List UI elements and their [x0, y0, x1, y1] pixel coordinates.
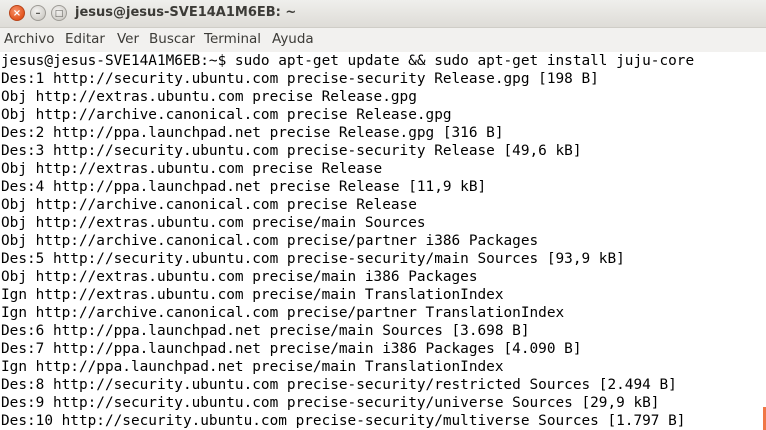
terminal-line: Des:2 http://ppa.launchpad.net precise R…	[1, 125, 504, 141]
maximize-icon: □	[54, 9, 64, 19]
menu-ayuda[interactable]: Ayuda	[272, 31, 314, 47]
close-window-button[interactable]: ×	[9, 5, 25, 21]
minimize-window-button[interactable]: –	[30, 5, 46, 21]
menu-ver[interactable]: Ver	[117, 31, 139, 47]
terminal-line: Des:7 http://ppa.launchpad.net precise/m…	[1, 341, 582, 357]
menu-buscar[interactable]: Buscar	[149, 31, 195, 47]
terminal-output[interactable]: jesus@jesus-SVE14A1M6EB:~$ sudo apt-get …	[0, 52, 766, 430]
terminal-line: Ign http://extras.ubuntu.com precise/mai…	[1, 287, 504, 303]
terminal-line: Des:9 http://security.ubuntu.com precise…	[1, 395, 660, 411]
terminal-line: Obj http://archive.canonical.com precise…	[1, 233, 539, 249]
maximize-window-button[interactable]: □	[51, 5, 67, 21]
minimize-icon: –	[35, 8, 41, 19]
window-title: jesus@jesus-SVE14A1M6EB: ~	[75, 5, 297, 20]
terminal-line: Obj http://extras.ubuntu.com precise/mai…	[1, 269, 478, 285]
terminal-line: Obj http://archive.canonical.com precise…	[1, 197, 417, 213]
terminal-command-line: jesus@jesus-SVE14A1M6EB:~$ sudo apt-get …	[1, 53, 695, 69]
menu-editar[interactable]: Editar	[65, 31, 105, 47]
terminal-line: Obj http://extras.ubuntu.com precise Rel…	[1, 89, 417, 105]
terminal-line: Ign http://ppa.launchpad.net precise/mai…	[1, 359, 504, 375]
terminal-line: Des:8 http://security.ubuntu.com precise…	[1, 377, 677, 393]
terminal-line: Des:5 http://security.ubuntu.com precise…	[1, 251, 625, 267]
menu-terminal[interactable]: Terminal	[204, 31, 261, 47]
menu-bar: Archivo Editar Ver Buscar Terminal Ayuda	[0, 28, 766, 52]
terminal-line: Obj http://archive.canonical.com precise…	[1, 107, 452, 123]
terminal-line: Des:10 http://security.ubuntu.com precis…	[1, 413, 686, 429]
terminal-line: Obj http://extras.ubuntu.com precise Rel…	[1, 161, 383, 177]
terminal-line: Des:4 http://ppa.launchpad.net precise R…	[1, 179, 487, 195]
terminal-line: Des:6 http://ppa.launchpad.net precise/m…	[1, 323, 530, 339]
title-bar[interactable]: × – □ jesus@jesus-SVE14A1M6EB: ~	[0, 0, 766, 28]
terminal-line: Des:1 http://security.ubuntu.com precise…	[1, 71, 599, 87]
menu-archivo[interactable]: Archivo	[4, 31, 54, 47]
close-icon: ×	[12, 8, 22, 19]
terminal-line: Obj http://extras.ubuntu.com precise/mai…	[1, 215, 426, 231]
terminal-line: Des:3 http://security.ubuntu.com precise…	[1, 143, 582, 159]
terminal-window: × – □ jesus@jesus-SVE14A1M6EB: ~ Archivo…	[0, 0, 766, 430]
terminal-line: Ign http://archive.canonical.com precise…	[1, 305, 565, 321]
